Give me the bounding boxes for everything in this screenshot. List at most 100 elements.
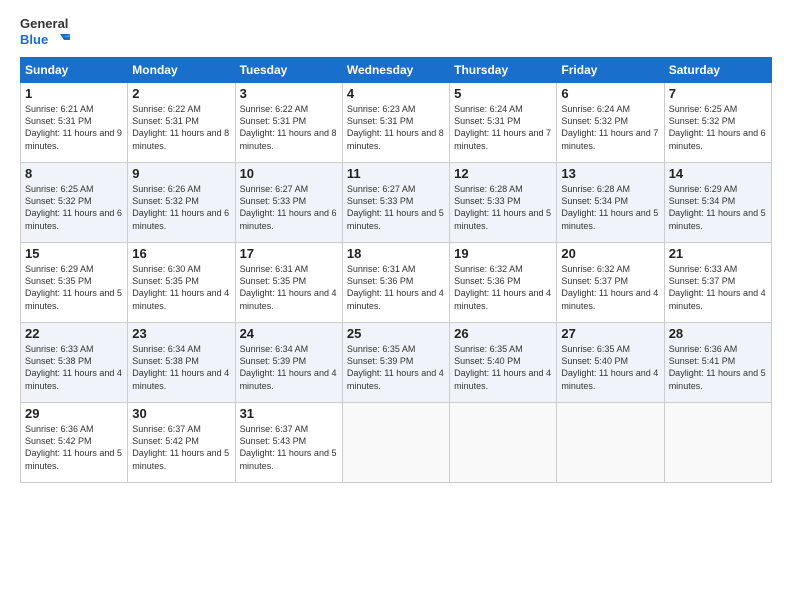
calendar-cell: 4 Sunrise: 6:23 AMSunset: 5:31 PMDaylight… bbox=[342, 83, 449, 163]
cell-text: Sunrise: 6:29 AMSunset: 5:34 PMDaylight:… bbox=[669, 183, 767, 232]
day-number: 28 bbox=[669, 326, 767, 341]
day-number: 18 bbox=[347, 246, 445, 261]
cell-text: Sunrise: 6:31 AMSunset: 5:36 PMDaylight:… bbox=[347, 263, 445, 312]
day-number: 25 bbox=[347, 326, 445, 341]
calendar-cell: 2 Sunrise: 6:22 AMSunset: 5:31 PMDaylight… bbox=[128, 83, 235, 163]
calendar-cell: 24 Sunrise: 6:34 AMSunset: 5:39 PMDayligh… bbox=[235, 323, 342, 403]
cell-text: Sunrise: 6:22 AMSunset: 5:31 PMDaylight:… bbox=[240, 103, 338, 152]
day-header: Saturday bbox=[664, 58, 771, 83]
day-number: 20 bbox=[561, 246, 659, 261]
calendar-cell: 27 Sunrise: 6:35 AMSunset: 5:40 PMDayligh… bbox=[557, 323, 664, 403]
cell-text: Sunrise: 6:37 AMSunset: 5:43 PMDaylight:… bbox=[240, 423, 338, 472]
cell-text: Sunrise: 6:36 AMSunset: 5:42 PMDaylight:… bbox=[25, 423, 123, 472]
cell-text: Sunrise: 6:26 AMSunset: 5:32 PMDaylight:… bbox=[132, 183, 230, 232]
day-header: Tuesday bbox=[235, 58, 342, 83]
calendar-cell: 18 Sunrise: 6:31 AMSunset: 5:36 PMDayligh… bbox=[342, 243, 449, 323]
calendar-cell bbox=[557, 403, 664, 483]
calendar-cell: 12 Sunrise: 6:28 AMSunset: 5:33 PMDayligh… bbox=[450, 163, 557, 243]
day-number: 27 bbox=[561, 326, 659, 341]
calendar-cell: 6 Sunrise: 6:24 AMSunset: 5:32 PMDaylight… bbox=[557, 83, 664, 163]
day-number: 1 bbox=[25, 86, 123, 101]
calendar-week-row: 1 Sunrise: 6:21 AMSunset: 5:31 PMDaylight… bbox=[21, 83, 772, 163]
calendar-cell: 30 Sunrise: 6:37 AMSunset: 5:42 PMDayligh… bbox=[128, 403, 235, 483]
calendar-cell: 13 Sunrise: 6:28 AMSunset: 5:34 PMDayligh… bbox=[557, 163, 664, 243]
calendar-cell: 9 Sunrise: 6:26 AMSunset: 5:32 PMDaylight… bbox=[128, 163, 235, 243]
cell-text: Sunrise: 6:28 AMSunset: 5:34 PMDaylight:… bbox=[561, 183, 659, 232]
cell-text: Sunrise: 6:27 AMSunset: 5:33 PMDaylight:… bbox=[240, 183, 338, 232]
calendar-cell: 29 Sunrise: 6:36 AMSunset: 5:42 PMDayligh… bbox=[21, 403, 128, 483]
day-number: 23 bbox=[132, 326, 230, 341]
day-number: 29 bbox=[25, 406, 123, 421]
day-number: 2 bbox=[132, 86, 230, 101]
day-number: 9 bbox=[132, 166, 230, 181]
cell-text: Sunrise: 6:28 AMSunset: 5:33 PMDaylight:… bbox=[454, 183, 552, 232]
calendar-cell: 1 Sunrise: 6:21 AMSunset: 5:31 PMDaylight… bbox=[21, 83, 128, 163]
day-number: 6 bbox=[561, 86, 659, 101]
day-header: Sunday bbox=[21, 58, 128, 83]
cell-text: Sunrise: 6:25 AMSunset: 5:32 PMDaylight:… bbox=[25, 183, 123, 232]
day-header: Friday bbox=[557, 58, 664, 83]
logo: General Blue bbox=[20, 16, 70, 47]
calendar-cell: 20Sunrise: 6:32 AMSunset: 5:37 PMDayligh… bbox=[557, 243, 664, 323]
day-number: 3 bbox=[240, 86, 338, 101]
day-number: 5 bbox=[454, 86, 552, 101]
cell-text: Sunrise: 6:29 AMSunset: 5:35 PMDaylight:… bbox=[25, 263, 123, 312]
calendar-cell: 16Sunrise: 6:30 AMSunset: 5:35 PMDayligh… bbox=[128, 243, 235, 323]
cell-text: Sunrise: 6:35 AMSunset: 5:40 PMDaylight:… bbox=[454, 343, 552, 392]
logo-general: General bbox=[20, 16, 70, 32]
calendar-header-row: SundayMondayTuesdayWednesdayThursdayFrid… bbox=[21, 58, 772, 83]
calendar-cell: 25 Sunrise: 6:35 AMSunset: 5:39 PMDayligh… bbox=[342, 323, 449, 403]
calendar-cell: 31 Sunrise: 6:37 AMSunset: 5:43 PMDayligh… bbox=[235, 403, 342, 483]
calendar-week-row: 15 Sunrise: 6:29 AMSunset: 5:35 PMDayligh… bbox=[21, 243, 772, 323]
day-number: 30 bbox=[132, 406, 230, 421]
cell-text: Sunrise: 6:22 AMSunset: 5:31 PMDaylight:… bbox=[132, 103, 230, 152]
day-number: 17 bbox=[240, 246, 338, 261]
cell-text: Sunrise: 6:24 AMSunset: 5:32 PMDaylight:… bbox=[561, 103, 659, 152]
cell-text: Sunrise: 6:30 AMSunset: 5:35 PMDaylight:… bbox=[132, 263, 230, 312]
cell-text: Sunrise: 6:21 AMSunset: 5:31 PMDaylight:… bbox=[25, 103, 123, 152]
calendar-cell bbox=[450, 403, 557, 483]
cell-text: Sunrise: 6:32 AMSunset: 5:36 PMDaylight:… bbox=[454, 263, 552, 312]
logo-bird-icon bbox=[50, 32, 70, 46]
calendar-week-row: 8 Sunrise: 6:25 AMSunset: 5:32 PMDaylight… bbox=[21, 163, 772, 243]
day-number: 19 bbox=[454, 246, 552, 261]
day-number: 22 bbox=[25, 326, 123, 341]
day-number: 11 bbox=[347, 166, 445, 181]
day-number: 7 bbox=[669, 86, 767, 101]
calendar-cell: 10Sunrise: 6:27 AMSunset: 5:33 PMDayligh… bbox=[235, 163, 342, 243]
day-number: 4 bbox=[347, 86, 445, 101]
day-header: Thursday bbox=[450, 58, 557, 83]
calendar-cell: 8 Sunrise: 6:25 AMSunset: 5:32 PMDaylight… bbox=[21, 163, 128, 243]
calendar-cell: 21Sunrise: 6:33 AMSunset: 5:37 PMDayligh… bbox=[664, 243, 771, 323]
calendar-cell: 19 Sunrise: 6:32 AMSunset: 5:36 PMDayligh… bbox=[450, 243, 557, 323]
cell-text: Sunrise: 6:35 AMSunset: 5:39 PMDaylight:… bbox=[347, 343, 445, 392]
day-number: 14 bbox=[669, 166, 767, 181]
day-header: Monday bbox=[128, 58, 235, 83]
logo-blue: Blue bbox=[20, 32, 70, 48]
day-number: 31 bbox=[240, 406, 338, 421]
day-number: 15 bbox=[25, 246, 123, 261]
calendar-cell: 15 Sunrise: 6:29 AMSunset: 5:35 PMDayligh… bbox=[21, 243, 128, 323]
cell-text: Sunrise: 6:27 AMSunset: 5:33 PMDaylight:… bbox=[347, 183, 445, 232]
day-number: 12 bbox=[454, 166, 552, 181]
calendar-cell: 3 Sunrise: 6:22 AMSunset: 5:31 PMDaylight… bbox=[235, 83, 342, 163]
cell-text: Sunrise: 6:37 AMSunset: 5:42 PMDaylight:… bbox=[132, 423, 230, 472]
cell-text: Sunrise: 6:34 AMSunset: 5:39 PMDaylight:… bbox=[240, 343, 338, 392]
day-number: 13 bbox=[561, 166, 659, 181]
day-number: 8 bbox=[25, 166, 123, 181]
day-number: 21 bbox=[669, 246, 767, 261]
day-number: 24 bbox=[240, 326, 338, 341]
calendar-cell: 14 Sunrise: 6:29 AMSunset: 5:34 PMDayligh… bbox=[664, 163, 771, 243]
calendar-cell: 11 Sunrise: 6:27 AMSunset: 5:33 PMDayligh… bbox=[342, 163, 449, 243]
cell-text: Sunrise: 6:23 AMSunset: 5:31 PMDaylight:… bbox=[347, 103, 445, 152]
calendar-cell: 22Sunrise: 6:33 AMSunset: 5:38 PMDayligh… bbox=[21, 323, 128, 403]
cell-text: Sunrise: 6:25 AMSunset: 5:32 PMDaylight:… bbox=[669, 103, 767, 152]
header: General Blue bbox=[20, 16, 772, 47]
logo-container: General Blue bbox=[20, 16, 70, 47]
calendar-cell: 23Sunrise: 6:34 AMSunset: 5:38 PMDayligh… bbox=[128, 323, 235, 403]
cell-text: Sunrise: 6:24 AMSunset: 5:31 PMDaylight:… bbox=[454, 103, 552, 152]
cell-text: Sunrise: 6:35 AMSunset: 5:40 PMDaylight:… bbox=[561, 343, 659, 392]
calendar-cell: 5 Sunrise: 6:24 AMSunset: 5:31 PMDaylight… bbox=[450, 83, 557, 163]
cell-text: Sunrise: 6:36 AMSunset: 5:41 PMDaylight:… bbox=[669, 343, 767, 392]
calendar-week-row: 22Sunrise: 6:33 AMSunset: 5:38 PMDayligh… bbox=[21, 323, 772, 403]
